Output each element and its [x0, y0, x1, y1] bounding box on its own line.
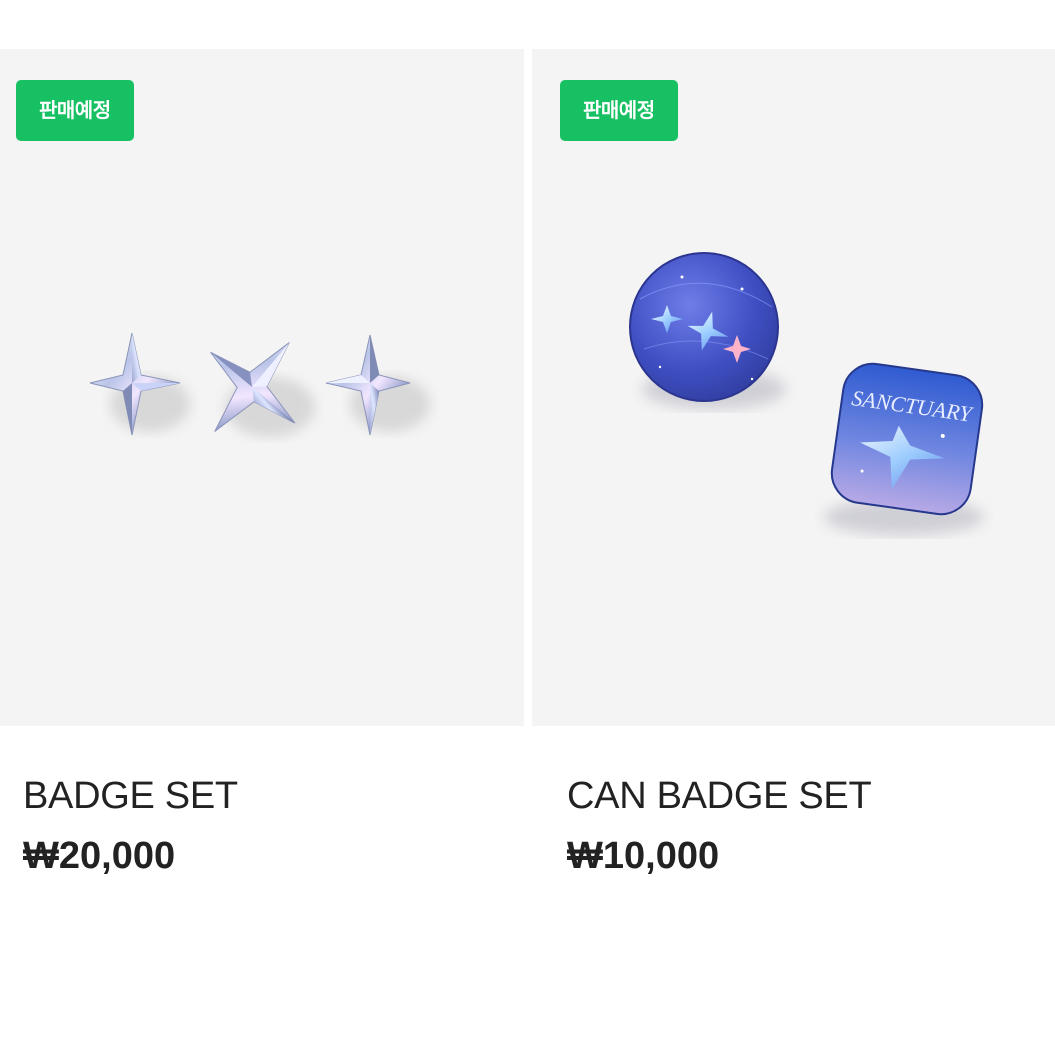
star-badge-set-icon [89, 332, 430, 437]
can-badge-set-icon: SANCTUARY [629, 252, 984, 535]
product-price: ₩10,000 [567, 835, 720, 877]
product-thumbnail[interactable]: 판매예정 [0, 49, 524, 726]
product-name[interactable]: CAN BADGE SET [567, 775, 872, 818]
product-card-can-badge-set[interactable]: SANCTUARY 판매예정 CAN BADGE SET ₩10,000 [532, 49, 1055, 877]
product-price: ₩20,000 [23, 835, 176, 877]
product-thumbnail[interactable]: SANCTUARY 판매예정 [532, 49, 1055, 726]
product-card-badge-set[interactable]: 판매예정 BADGE SET ₩20,000 [0, 49, 524, 877]
status-badge: 판매예정 [560, 80, 678, 141]
product-name[interactable]: BADGE SET [23, 775, 238, 818]
status-badge: 판매예정 [16, 80, 134, 141]
